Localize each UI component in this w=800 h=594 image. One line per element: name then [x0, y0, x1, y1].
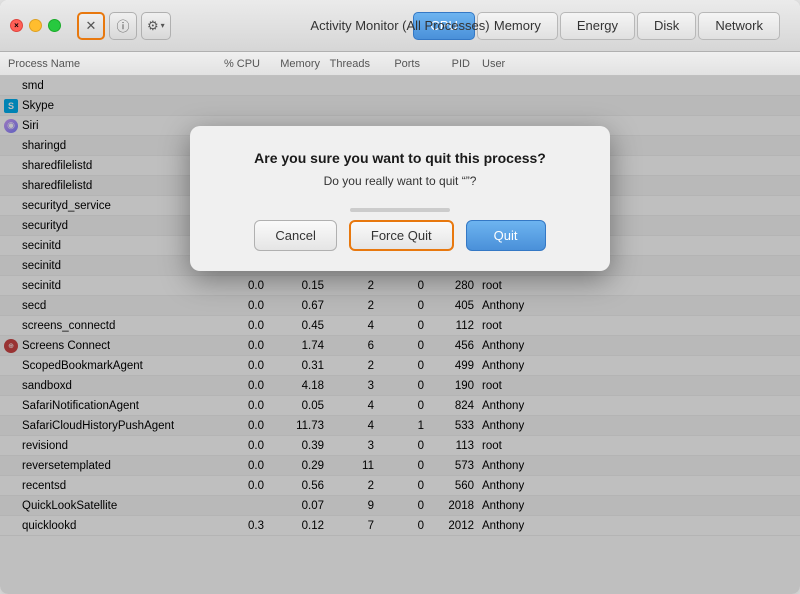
- force-quit-button[interactable]: Force Quit: [349, 220, 454, 251]
- process-info-button[interactable]: ⓘ: [109, 12, 137, 40]
- col-header-pid[interactable]: PID: [424, 58, 474, 70]
- window-title: Activity Monitor (All Processes): [310, 18, 489, 33]
- tab-energy[interactable]: Energy: [560, 12, 635, 40]
- tab-network[interactable]: Network: [698, 12, 780, 40]
- maximize-button[interactable]: [48, 19, 61, 32]
- quit-dialog: Are you sure you want to quit this proce…: [190, 126, 610, 271]
- cancel-button[interactable]: Cancel: [254, 220, 336, 251]
- gear-icon: ⚙: [147, 18, 159, 34]
- minimize-button[interactable]: [29, 19, 42, 32]
- traffic-lights: ×: [10, 19, 61, 32]
- activity-monitor-window: × ✕ ⓘ ⚙ ▾ Activity Monitor (All Processe…: [0, 0, 800, 594]
- progress-slider[interactable]: [350, 208, 450, 212]
- info-icon: ⓘ: [116, 16, 129, 35]
- content-area: smd S Skype ◉ Siri: [0, 76, 800, 594]
- stop-icon: ✕: [86, 18, 97, 34]
- close-button[interactable]: ×: [10, 19, 23, 32]
- quit-button[interactable]: Quit: [466, 220, 546, 251]
- modal-title: Are you sure you want to quit this proce…: [218, 150, 582, 166]
- stop-process-button[interactable]: ✕: [77, 12, 105, 40]
- titlebar: × ✕ ⓘ ⚙ ▾ Activity Monitor (All Processe…: [0, 0, 800, 52]
- modal-overlay: Are you sure you want to quit this proce…: [0, 76, 800, 594]
- col-header-user[interactable]: User: [474, 58, 544, 70]
- col-header-name[interactable]: Process Name: [4, 58, 204, 70]
- close-icon: ×: [14, 21, 19, 30]
- chevron-down-icon: ▾: [161, 21, 165, 30]
- column-headers: Process Name % CPU Memory Threads Ports …: [0, 52, 800, 76]
- col-header-threads[interactable]: Threads: [324, 58, 374, 70]
- toolbar-buttons: ✕ ⓘ ⚙ ▾: [77, 12, 171, 40]
- title-text: Activity Monitor (All Processes): [310, 18, 489, 33]
- col-header-memory[interactable]: Memory: [264, 58, 324, 70]
- gear-menu-button[interactable]: ⚙ ▾: [141, 12, 171, 40]
- modal-body: Do you really want to quit “”?: [218, 174, 582, 188]
- col-header-ports[interactable]: Ports: [374, 58, 424, 70]
- modal-buttons: Cancel Force Quit Quit: [218, 220, 582, 251]
- col-header-cpu[interactable]: % CPU: [204, 58, 264, 70]
- tab-disk[interactable]: Disk: [637, 12, 696, 40]
